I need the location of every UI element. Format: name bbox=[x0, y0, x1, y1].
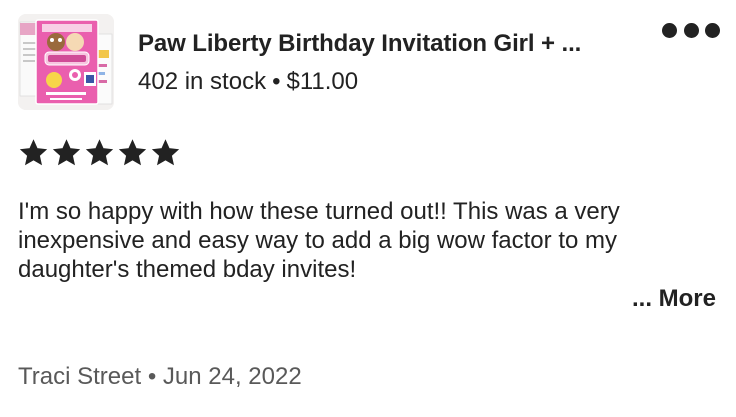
review-date: Jun 24, 2022 bbox=[162, 363, 302, 390]
review-text: I'm so happy with how these turned out!!… bbox=[18, 198, 620, 283]
ellipsis-icon bbox=[683, 22, 699, 38]
listing-meta-separator: • bbox=[272, 68, 281, 95]
star-icon bbox=[118, 139, 147, 166]
reviewer-separator: • bbox=[147, 363, 157, 390]
listing-thumbnail[interactable] bbox=[18, 14, 114, 110]
listing-title[interactable]: Paw Liberty Birthday Invitation Girl + .… bbox=[138, 30, 581, 58]
star-icon bbox=[19, 139, 48, 166]
listing-meta: 402 in stock • $11.00 bbox=[138, 68, 358, 96]
ellipsis-icon bbox=[705, 22, 720, 38]
reviewer-info: Traci Street • Jun 24, 2022 bbox=[18, 363, 302, 391]
listing-summary[interactable]: Paw Liberty Birthday Invitation Girl + .… bbox=[18, 14, 718, 110]
star-icon bbox=[151, 139, 180, 166]
star-icon bbox=[85, 139, 114, 166]
ellipsis-icon bbox=[662, 22, 677, 38]
listing-stock: 402 in stock bbox=[138, 68, 267, 95]
more-link[interactable]: ... More bbox=[632, 285, 716, 313]
invitation-thumbnail-image bbox=[18, 14, 114, 110]
star-rating bbox=[19, 138, 180, 167]
more-options-button[interactable] bbox=[662, 18, 720, 42]
review-card: Paw Liberty Birthday Invitation Girl + .… bbox=[0, 0, 736, 417]
reviewer-name: Traci Street bbox=[18, 363, 142, 390]
star-icon bbox=[52, 139, 81, 166]
listing-price: $11.00 bbox=[286, 68, 359, 95]
